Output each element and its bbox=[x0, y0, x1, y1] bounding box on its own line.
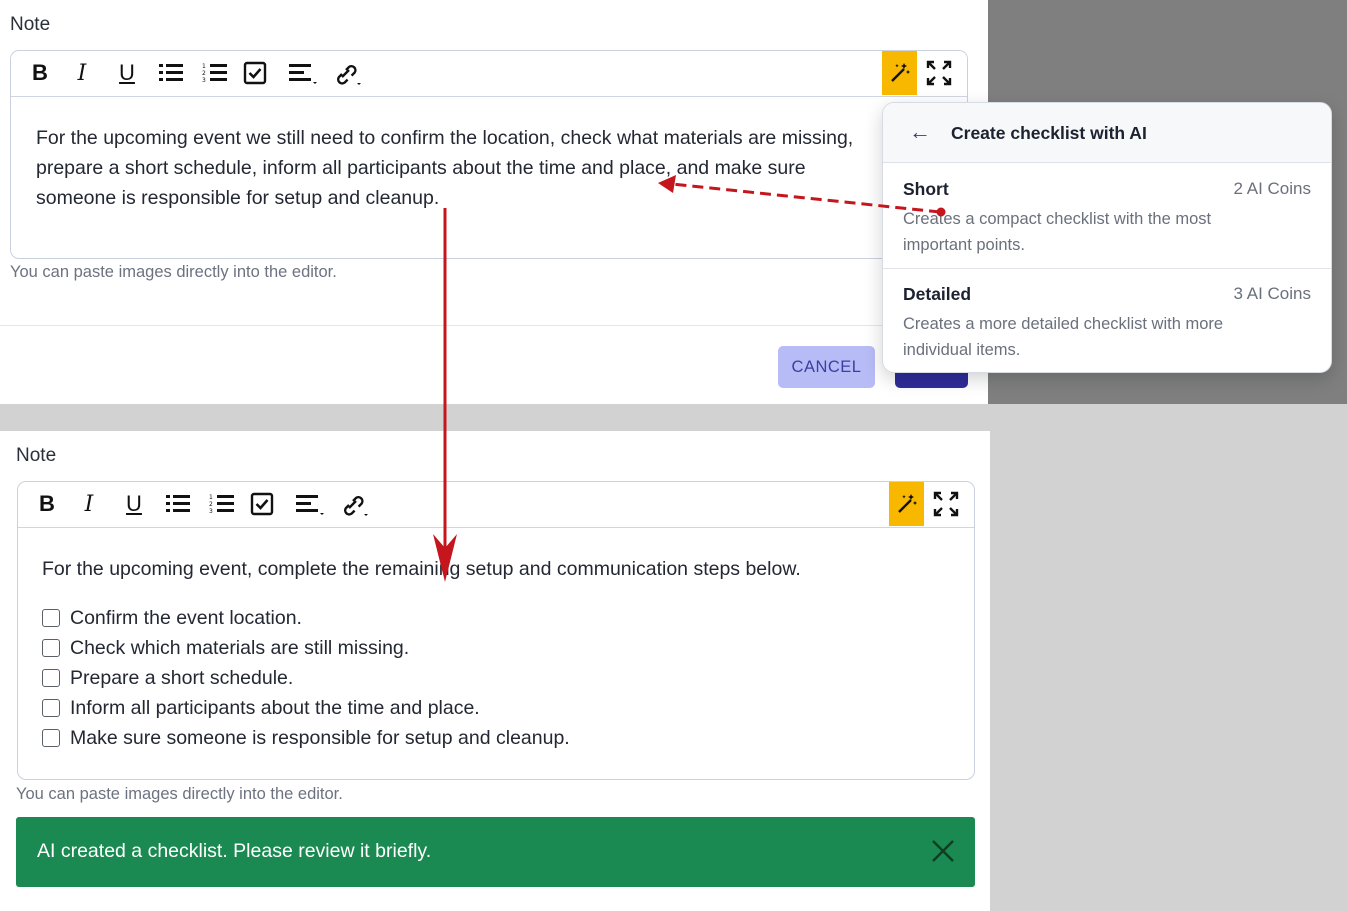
checklist-checkbox[interactable] bbox=[42, 729, 60, 747]
checklist-item: Confirm the event location. bbox=[42, 603, 302, 633]
svg-text:2: 2 bbox=[209, 501, 213, 508]
editor-text-line: someone is responsible for setup and cle… bbox=[36, 187, 440, 209]
ai-option-short[interactable]: Short 2 AI Coins Creates a compact check… bbox=[883, 164, 1331, 268]
option-description: Creates a compact checklist with the mos… bbox=[903, 210, 1212, 254]
numbered-list-button[interactable]: 123 bbox=[198, 51, 232, 95]
fullscreen-button[interactable] bbox=[922, 51, 956, 95]
link-button[interactable] bbox=[336, 482, 370, 526]
paste-hint: You can paste images directly into the e… bbox=[10, 263, 337, 281]
option-name: Short bbox=[903, 179, 949, 199]
option-name: Detailed bbox=[903, 284, 972, 304]
svg-text:3: 3 bbox=[202, 77, 206, 84]
numbered-list-button[interactable]: 123 bbox=[205, 482, 239, 526]
checklist-checkbox[interactable] bbox=[42, 639, 60, 657]
fullscreen-icon bbox=[933, 491, 959, 517]
paste-hint: You can paste images directly into the e… bbox=[16, 785, 343, 803]
link-icon bbox=[337, 65, 361, 85]
checklist-item: Make sure someone is responsible for set… bbox=[42, 723, 570, 753]
magic-wand-icon bbox=[890, 63, 910, 82]
svg-text:3: 3 bbox=[209, 508, 213, 515]
checklist-intro: For the upcoming event, complete the rem… bbox=[42, 558, 801, 580]
align-button[interactable] bbox=[293, 482, 327, 526]
ai-wand-button[interactable] bbox=[889, 482, 924, 526]
align-left-icon bbox=[289, 64, 317, 84]
svg-text:2: 2 bbox=[202, 70, 206, 77]
ai-wand-button[interactable] bbox=[882, 51, 917, 95]
note-editor-top[interactable]: B I U 123 For the upcoming event we stil… bbox=[10, 50, 968, 259]
cancel-button[interactable]: CANCEL bbox=[778, 346, 875, 388]
underline-button[interactable]: U bbox=[117, 482, 151, 526]
ai-menu-title: Create checklist with AI bbox=[951, 123, 1147, 143]
checkbox-icon bbox=[250, 492, 274, 516]
align-left-icon bbox=[296, 495, 324, 515]
checklist-button[interactable] bbox=[238, 51, 272, 95]
bullet-list-icon bbox=[159, 64, 183, 81]
italic-button[interactable]: I bbox=[72, 482, 106, 526]
bullet-list-button[interactable] bbox=[154, 51, 188, 95]
fullscreen-button[interactable] bbox=[929, 482, 963, 526]
bullet-list-icon bbox=[166, 495, 190, 512]
numbered-list-icon: 123 bbox=[209, 494, 234, 515]
note-label: Note bbox=[16, 445, 57, 466]
note-editor-bottom[interactable]: B I U 123 For the upcoming event, comple… bbox=[17, 481, 975, 780]
editor-text-line: prepare a short schedule, inform all par… bbox=[36, 157, 806, 179]
option-cost: 2 AI Coins bbox=[1233, 179, 1312, 198]
italic-button[interactable]: I bbox=[65, 51, 99, 95]
checklist-item: Inform all participants about the time a… bbox=[42, 693, 480, 723]
bullet-list-button[interactable] bbox=[161, 482, 195, 526]
checklist-item: Prepare a short schedule. bbox=[42, 663, 293, 693]
checklist-button[interactable] bbox=[245, 482, 279, 526]
note-label: Note bbox=[10, 14, 51, 35]
editor-toolbar: B I U 123 bbox=[18, 482, 974, 528]
ai-checklist-menu: ← Create checklist with AI Short 2 AI Co… bbox=[882, 102, 1332, 373]
bold-button[interactable]: B bbox=[23, 51, 57, 95]
back-arrow-icon[interactable]: ← bbox=[909, 119, 931, 145]
ai-option-detailed[interactable]: Detailed 3 AI Coins Creates a more detai… bbox=[883, 269, 1331, 372]
numbered-list-icon: 123 bbox=[202, 63, 227, 84]
toast-message: AI created a checklist. Please review it… bbox=[37, 840, 432, 862]
svg-text:1: 1 bbox=[209, 494, 213, 501]
checkbox-icon bbox=[243, 61, 267, 85]
link-icon bbox=[344, 496, 368, 516]
svg-text:1: 1 bbox=[202, 63, 206, 70]
fullscreen-icon bbox=[926, 60, 952, 86]
magic-wand-icon bbox=[897, 494, 917, 513]
underline-button[interactable]: U bbox=[110, 51, 144, 95]
footer-divider bbox=[0, 325, 988, 326]
ai-menu-header: ← Create checklist with AI bbox=[883, 103, 1331, 163]
success-toast: AI created a checklist. Please review it… bbox=[16, 817, 975, 887]
checklist-checkbox[interactable] bbox=[42, 699, 60, 717]
link-button[interactable] bbox=[329, 51, 363, 95]
close-icon[interactable] bbox=[931, 839, 955, 863]
bold-button[interactable]: B bbox=[30, 482, 64, 526]
checklist-item: Check which materials are still missing. bbox=[42, 633, 409, 663]
editor-text-line: For the upcoming event we still need to … bbox=[36, 127, 854, 149]
align-button[interactable] bbox=[286, 51, 320, 95]
option-cost: 3 AI Coins bbox=[1233, 284, 1312, 303]
checklist-checkbox[interactable] bbox=[42, 609, 60, 627]
option-description: Creates a more detailed checklist with m… bbox=[903, 315, 1224, 359]
checklist-checkbox[interactable] bbox=[42, 669, 60, 687]
editor-toolbar: B I U 123 bbox=[11, 51, 967, 97]
